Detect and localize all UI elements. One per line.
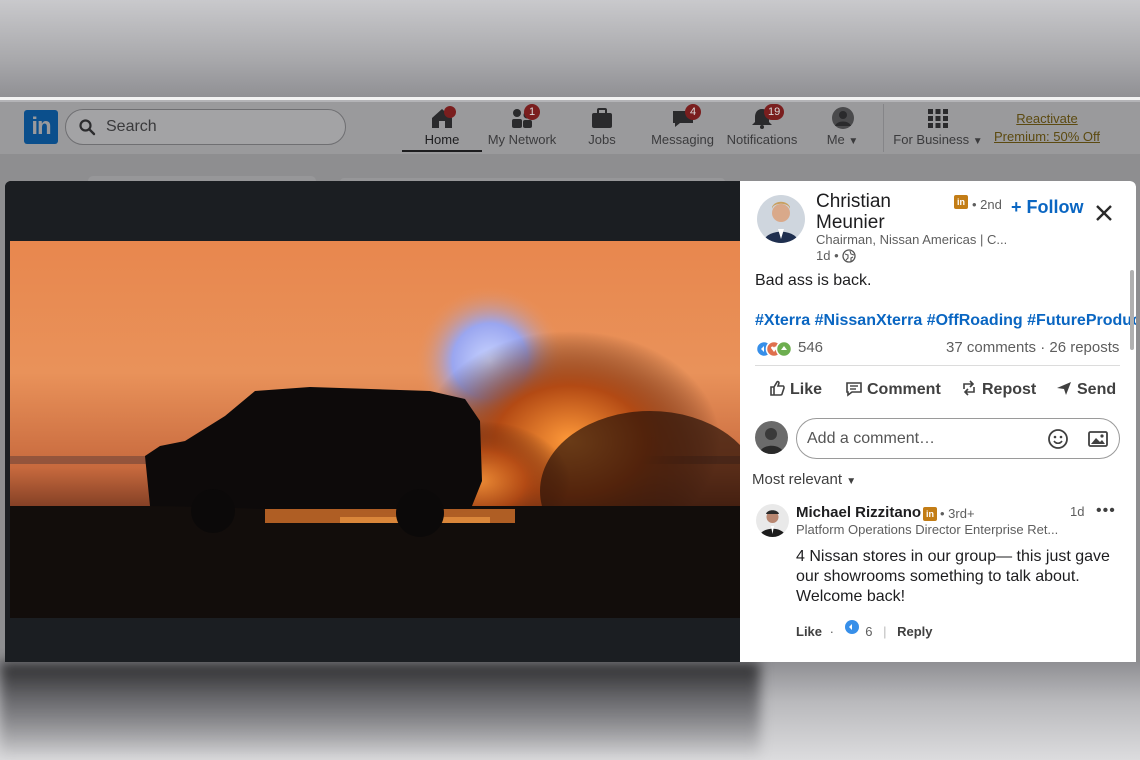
commenter-photo-icon [756,504,789,537]
comment-label: Comment [867,381,941,398]
grid-apps-icon [928,109,948,128]
comment-text: 4 Nissan stores in our group— this just … [796,548,1110,605]
nav-messaging[interactable]: 4 Messaging [645,104,720,152]
comment-actions: Like · 6 | Reply [796,619,933,639]
linkedin-logo[interactable]: in [24,110,58,144]
commenter-name[interactable]: Michael Rizzitano [796,504,921,521]
linkedin-premium-icon: in [954,195,968,209]
send-label: Send [1077,381,1117,398]
send-button[interactable]: Send [1055,379,1116,399]
nav-network-label: My Network [487,132,557,147]
search-input[interactable] [106,116,326,138]
monitor-bottom-bezel [0,662,1140,760]
nav-home-label: Home [424,132,460,147]
separator-dot: · [829,624,834,640]
commenter-headline: Platform Operations Director Enterprise … [796,522,1058,537]
post-timestamp: 1d • [816,248,839,263]
post-image[interactable] [10,241,740,618]
commenter-degree: • 3rd+ [940,506,975,521]
post-modal: Christian Meunier in • 2nd + Follow Chai… [5,181,1136,662]
image-icon[interactable] [1087,428,1109,450]
me-chevron-icon: ▼ [848,136,859,147]
premium-line-2: Premium: 50% Off [994,129,1100,144]
nav-jobs-label: Jobs [588,132,616,147]
nav-messaging-label: Messaging [651,132,714,147]
comment-box[interactable] [796,418,1120,459]
emoji-icon[interactable] [1047,428,1069,450]
nav-notifications-label: Notifications [726,132,798,147]
divider [755,365,1120,366]
send-icon [1057,382,1071,395]
author-headline: Chairman, Nissan Americas | C... [816,232,1006,247]
nav-divider [883,104,884,152]
comment-input[interactable] [807,428,1037,450]
me-avatar-icon [831,107,854,129]
nav-for-business[interactable]: For Business ▼ [892,106,984,152]
reaction-icons[interactable] [755,340,797,358]
active-tab-indicator [402,150,482,152]
hashtag-link[interactable]: #NissanXterra [815,312,923,329]
post-hashtags: #Xterra #NissanXterra #OffRoading #Futur… [755,312,1136,330]
briefcase-icon [592,108,612,128]
connection-degree: • 2nd [972,197,1002,212]
like-reaction-icon [844,620,859,634]
like-button[interactable]: Like [768,379,822,399]
repost-icon [963,380,975,396]
post-text: Bad ass is back. [755,272,872,289]
comment-timestamp: 1d [1070,504,1085,519]
comments-reposts-count[interactable]: 37 comments · 26 reposts [946,339,1119,356]
follow-button[interactable]: + Follow [1011,197,1084,218]
nav-business-label: For Business [893,132,970,147]
reactions-count[interactable]: 546 [798,339,823,356]
comment-icon [846,382,862,397]
like-label: Like [790,381,823,398]
nav-jobs[interactable]: Jobs [567,106,637,152]
nav-my-network[interactable]: 1 My Network [482,104,562,152]
nav-home[interactable]: Home [402,106,482,152]
post-side-panel: Christian Meunier in • 2nd + Follow Chai… [740,181,1136,662]
premium-line-1: Reactivate [1016,111,1078,126]
comment-like-button[interactable]: Like [796,624,822,639]
nav-me-label: Me [826,132,845,147]
network-badge: 1 [524,104,540,120]
search-bar[interactable] [65,109,346,145]
chevron-down-icon: ▼ [846,476,857,487]
user-photo-icon [755,421,788,454]
messaging-badge: 4 [685,104,701,120]
nav-me[interactable]: Me ▼ [815,106,870,152]
search-icon [79,119,96,136]
repost-label: Repost [982,381,1037,398]
close-icon[interactable] [1092,201,1116,225]
suv-silhouette-sunset-image [10,241,740,618]
post-media-area [5,181,740,662]
thumbs-up-icon [770,380,785,396]
nav-notifications[interactable]: 19 Notifications [724,104,800,152]
premium-link[interactable]: Reactivate Premium: 50% Off [992,110,1102,146]
reply-button[interactable]: Reply [897,624,932,639]
comment-sort-dropdown[interactable]: Most relevant ▼ [752,471,856,488]
monitor-top-bezel [0,0,1140,100]
comment-like-count[interactable]: 6 [865,624,872,639]
hashtag-link[interactable]: #Xterra [755,312,810,329]
author-avatar[interactable] [757,195,805,243]
linkedin-premium-icon: in [923,507,937,521]
commenter-avatar[interactable] [756,504,789,537]
sort-label: Most relevant [752,471,843,488]
repost-button[interactable]: Repost [960,379,1036,399]
top-navbar: in Home 1 My Network [0,102,1140,154]
notifications-badge: 19 [764,104,785,120]
hashtag-link[interactable]: #FutureProduct [1027,312,1136,329]
hashtag-link[interactable]: #OffRoading [927,312,1023,329]
author-name[interactable]: Christian Meunier [816,191,926,233]
globe-icon [842,249,856,263]
current-user-avatar [755,421,788,454]
business-chevron-icon: ▼ [972,136,983,147]
author-photo-icon [757,195,805,243]
home-dot-badge [444,106,456,118]
comment-button[interactable]: Comment [845,379,941,399]
panel-scrollbar[interactable] [1130,270,1134,350]
action-divider: | [883,624,887,640]
more-options-icon[interactable]: ••• [1096,502,1116,520]
